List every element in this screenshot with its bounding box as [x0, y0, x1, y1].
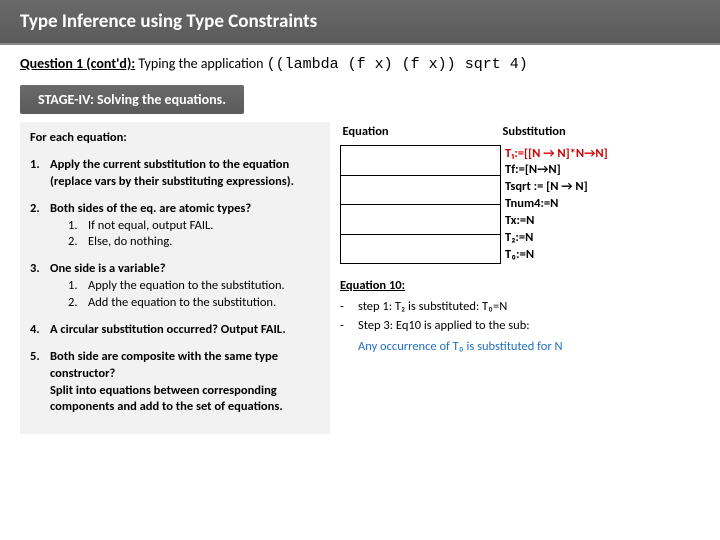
step-2-num: 2.: [30, 201, 50, 252]
table-header-equation: Equation: [341, 122, 501, 146]
bullet-icon: -: [340, 299, 358, 314]
step-4-body: A circular substitution occurred? Output…: [50, 322, 286, 337]
question-code: ((lambda (f x) (f x)) sqrt 4): [267, 56, 528, 73]
step-1: 1. Apply the current substitution to the…: [30, 157, 320, 191]
sub-line-3: Tsqrt := [N → N]: [505, 179, 588, 194]
step-4: 4. A circular substitution occurred? Out…: [30, 322, 320, 339]
step-3-sub-2-num: 2.: [68, 295, 88, 312]
step-1-body: Apply the current substitution to the eq…: [50, 157, 294, 189]
equation-step-1-text: step 1: T₂ is substituted: T₀=N: [358, 299, 507, 314]
algorithm-panel: For each equation: 1. Apply the current …: [20, 122, 330, 434]
step-2-sub-2-num: 2.: [68, 234, 88, 251]
step-5-body: Both side are composite with the same ty…: [50, 349, 283, 415]
step-2-sub-1-num: 1.: [68, 218, 88, 235]
equation-step-2: - Step 3: Eq10 is applied to the sub:: [340, 318, 700, 333]
step-2-sub-1-text: If not equal, output FAIL.: [88, 218, 213, 235]
any-occurrence-text: Any occurrence of T₀ is substituted for …: [358, 339, 700, 354]
step-5: 5. Both side are composite with the same…: [30, 349, 320, 417]
table-row: [341, 234, 501, 264]
table-row: [341, 175, 501, 205]
content-area: Question 1 (cont'd): Typing the applicat…: [0, 45, 720, 434]
equation-step-2-text: Step 3: Eq10 is applied to the sub:: [358, 318, 530, 333]
step-2: 2. Both sides of the eq. are atomic type…: [30, 201, 320, 252]
sub-line-5: Tx:=N: [505, 213, 534, 228]
step-3: 3. One side is a variable? 1.Apply the e…: [30, 261, 320, 312]
step-4-num: 4.: [30, 322, 50, 339]
sub-line-1: T₁:=[[N → N]*N→N]: [505, 146, 608, 161]
step-5-num: 5.: [30, 349, 50, 417]
foreach-heading: For each equation:: [30, 130, 320, 147]
sub-line-2: Tf:=[N→N]: [505, 162, 561, 177]
step-2-body: Both sides of the eq. are atomic types?: [50, 201, 251, 216]
slide-title: Type Inference using Type Constraints: [0, 0, 720, 45]
equation-detail: Equation 10: - step 1: T₂ is substituted…: [340, 278, 700, 354]
table-header-substitution: Substitution: [501, 122, 701, 146]
question-text: Typing the application: [138, 55, 263, 72]
table-row: [341, 146, 501, 176]
question-label: Question 1 (cont'd):: [20, 55, 135, 72]
bullet-icon: -: [340, 318, 358, 333]
equation-step-1: - step 1: T₂ is substituted: T₀=N: [340, 299, 700, 314]
step-3-sub-1-text: Apply the equation to the substitution.: [88, 278, 285, 295]
sub-line-7: T₀:=N: [505, 247, 534, 262]
equation-table: Equation Substitution T₁:=[[N → N]*N→N] …: [340, 122, 700, 264]
step-3-sub-2-text: Add the equation to the substitution.: [88, 295, 276, 312]
step-1-num: 1.: [30, 157, 50, 191]
step-3-body: One side is a variable?: [50, 261, 166, 276]
question-line: Question 1 (cont'd): Typing the applicat…: [20, 55, 700, 73]
equation-detail-title: Equation 10:: [340, 278, 700, 293]
right-panel: Equation Substitution T₁:=[[N → N]*N→N] …: [340, 122, 700, 434]
stage-badge: STAGE-IV: Solving the equations.: [20, 85, 244, 114]
sub-line-6: T₂:=N: [505, 230, 533, 245]
table-row: [341, 205, 501, 235]
substitution-cell: T₁:=[[N → N]*N→N] Tf:=[N→N] Tsqrt := [N …: [501, 146, 701, 264]
step-3-sub-1-num: 1.: [68, 278, 88, 295]
step-3-num: 3.: [30, 261, 50, 312]
step-2-sub-2-text: Else, do nothing.: [88, 234, 172, 251]
sub-line-4: Tnum4:=N: [505, 196, 558, 211]
